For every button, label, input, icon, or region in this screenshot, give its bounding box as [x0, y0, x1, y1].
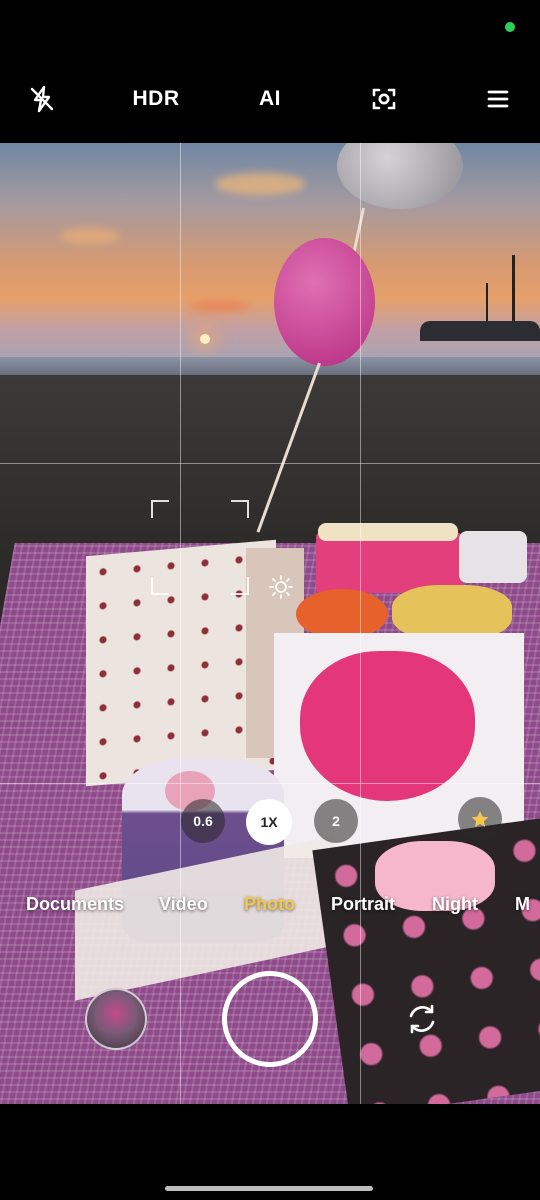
- zoom-label-0-6: 0.6: [193, 813, 213, 829]
- mode-portrait[interactable]: Portrait: [331, 894, 395, 915]
- zoom-label-2: 2: [332, 813, 340, 829]
- camera-viewfinder[interactable]: [0, 143, 540, 1104]
- camera-preview-image: [0, 143, 540, 1104]
- ai-button[interactable]: AI: [250, 79, 290, 119]
- privacy-indicator-dot: [505, 22, 515, 32]
- sun-icon[interactable]: [268, 574, 294, 600]
- focus-frame: [151, 500, 249, 595]
- grid-line-horizontal-2: [0, 783, 540, 784]
- zoom-label-1x: 1X: [260, 814, 278, 830]
- camera-top-toolbar: HDR AI: [0, 55, 540, 143]
- camera-mode-strip: Documents Video Photo Portrait Night M: [0, 880, 540, 930]
- mode-night[interactable]: Night: [432, 894, 478, 915]
- zoom-option-0-6[interactable]: 0.6: [181, 799, 225, 843]
- mode-documents[interactable]: Documents: [26, 894, 124, 915]
- scan-icon[interactable]: [364, 79, 404, 119]
- gallery-thumbnail[interactable]: [85, 988, 147, 1050]
- shutter-button[interactable]: [222, 971, 318, 1067]
- sparkle-star-icon[interactable]: [458, 797, 502, 841]
- status-bar: [0, 0, 540, 55]
- ai-label: AI: [259, 87, 281, 110]
- grid-line-horizontal-1: [0, 463, 540, 464]
- menu-icon[interactable]: [478, 79, 518, 119]
- hdr-label: HDR: [132, 87, 180, 110]
- mode-video[interactable]: Video: [159, 894, 208, 915]
- mode-more[interactable]: M: [515, 894, 530, 915]
- grid-line-vertical-2: [360, 143, 361, 1104]
- grid-line-vertical-1: [180, 143, 181, 1104]
- zoom-option-1x[interactable]: 1X: [246, 799, 292, 845]
- switch-camera-icon[interactable]: [400, 997, 444, 1041]
- home-indicator[interactable]: [165, 1186, 373, 1191]
- mode-photo[interactable]: Photo: [244, 894, 295, 915]
- zoom-option-2[interactable]: 2: [314, 799, 358, 843]
- hdr-button[interactable]: HDR: [133, 79, 180, 119]
- flash-off-icon[interactable]: [22, 79, 62, 119]
